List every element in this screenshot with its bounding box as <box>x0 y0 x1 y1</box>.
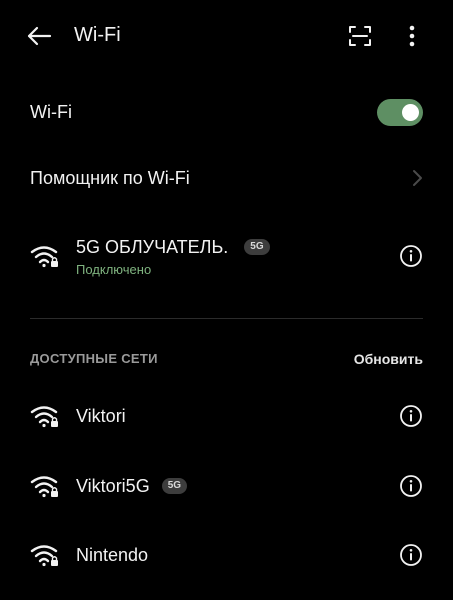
qr-scan-icon <box>349 26 371 46</box>
more-vert-icon <box>409 25 415 47</box>
wifi-signal-icon <box>30 474 60 498</box>
network-name: Nintendo <box>76 545 149 565</box>
network-info-button[interactable] <box>399 474 423 498</box>
network-title: Viktori5G 5G <box>76 474 188 498</box>
chevron-right-icon <box>410 169 424 187</box>
wifi-toggle-switch[interactable] <box>377 99 423 126</box>
connected-network-title: 5G ОБЛУЧАТЕЛЬ. 5G <box>76 235 270 259</box>
arrow-left-icon <box>27 26 52 46</box>
band-badge: 5G <box>161 478 188 494</box>
network-name: Viktori <box>76 406 126 426</box>
band-badge: 5G <box>244 239 270 255</box>
wifi-toggle-label: Wi-Fi <box>30 102 72 122</box>
divider <box>30 318 423 319</box>
connection-status: Подключено <box>76 262 152 277</box>
connected-network-name: 5G ОБЛУЧАТЕЛЬ. <box>76 237 229 257</box>
scan-qr-button[interactable] <box>346 22 374 50</box>
info-icon <box>400 475 422 497</box>
wifi-signal-icon <box>30 244 60 268</box>
network-info-button[interactable] <box>399 244 423 268</box>
network-info-button[interactable] <box>399 543 423 567</box>
more-options-button[interactable] <box>400 22 424 50</box>
wifi-signal-icon <box>30 543 60 567</box>
page-title: Wi-Fi <box>74 24 121 46</box>
network-info-button[interactable] <box>399 404 423 428</box>
toggle-knob <box>402 104 419 121</box>
available-networks-header: ДОСТУПНЫЕ СЕТИ <box>30 351 158 366</box>
wifi-assistant-label: Помощник по Wi-Fi <box>30 168 190 188</box>
refresh-button[interactable]: Обновить <box>354 350 423 368</box>
back-button[interactable] <box>24 22 54 50</box>
info-icon <box>400 405 422 427</box>
info-icon <box>400 245 422 267</box>
info-icon <box>400 544 422 566</box>
network-name: Viktori5G <box>76 476 150 496</box>
wifi-signal-icon <box>30 404 60 428</box>
